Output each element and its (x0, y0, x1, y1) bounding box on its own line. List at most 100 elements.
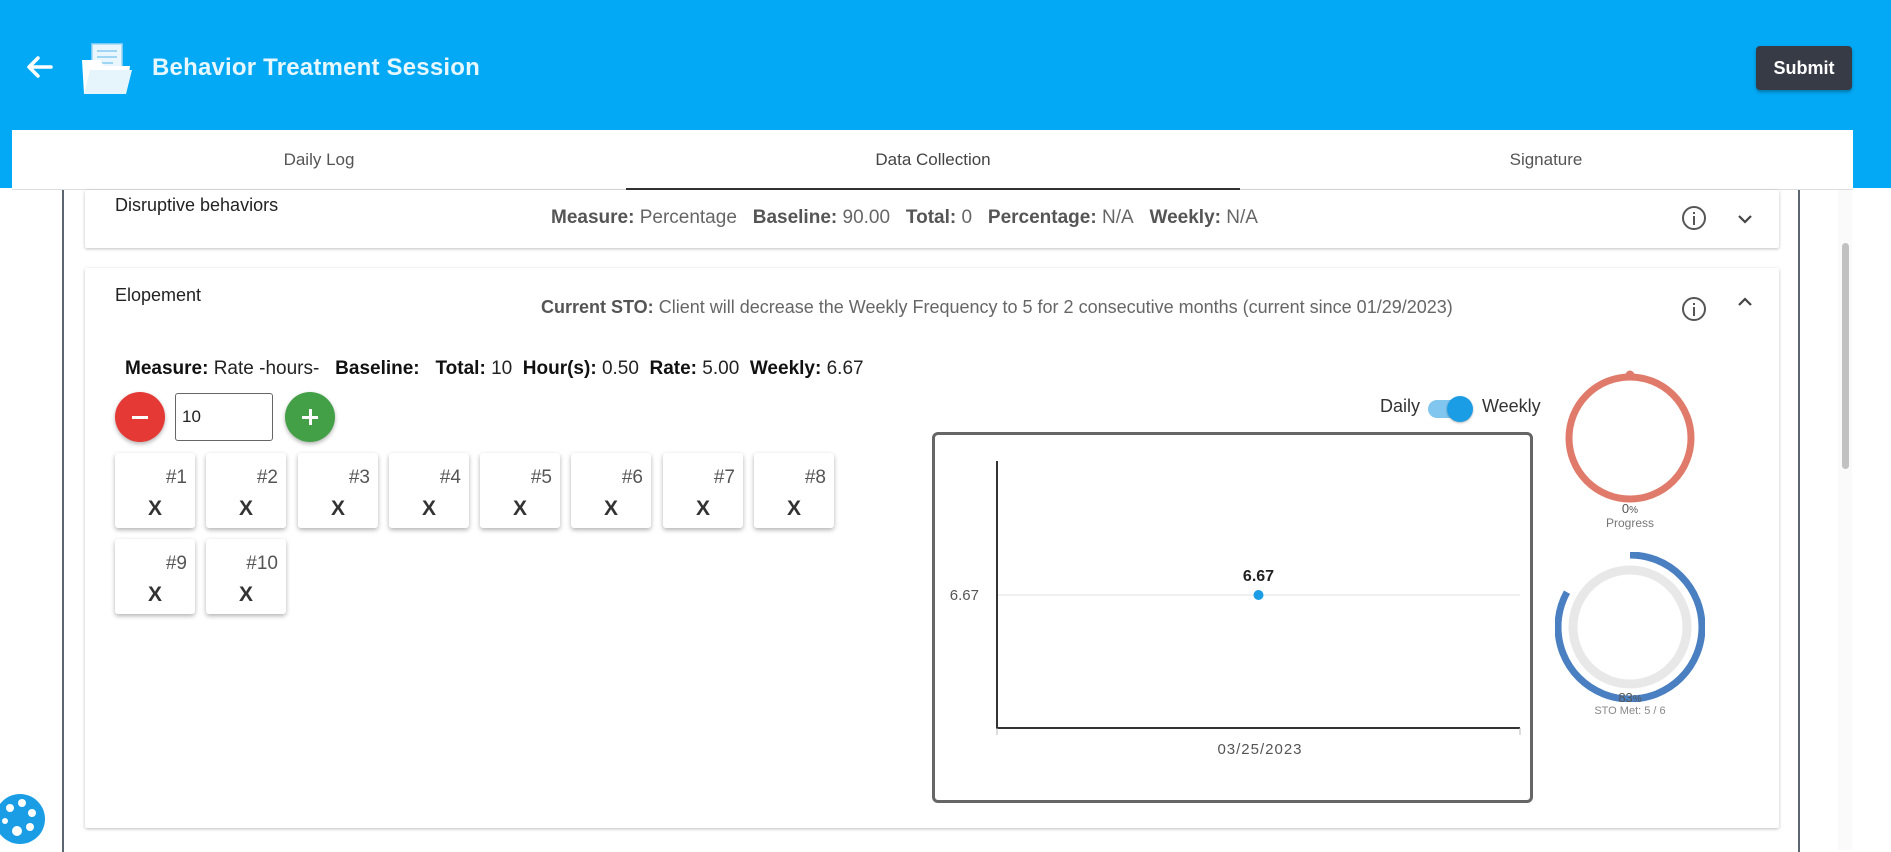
page-title: Behavior Treatment Session (152, 54, 480, 81)
progress-ring-marker (1625, 370, 1635, 380)
data-label: 6.67 (1243, 568, 1274, 585)
tile-number: #5 (530, 467, 552, 488)
tile-number: #1 (165, 467, 187, 488)
sto-text: Client will decrease the Weekly Frequenc… (658, 297, 1453, 317)
tile-number: #8 (804, 467, 826, 488)
measure-line: Measure: Rate -hours- Baseline: Total: 1… (125, 358, 864, 380)
weekly-value: 6.67 (826, 358, 864, 379)
y-tick-label: 6.67 (950, 587, 979, 604)
tab-daily-log[interactable]: Daily Log (12, 130, 626, 190)
decrement-button[interactable] (115, 392, 165, 442)
baseline-value: 90.00 (842, 207, 891, 228)
sto-met-ring (1555, 552, 1705, 702)
rate-value: 5.00 (702, 358, 740, 379)
toggle-daily-label: Daily (1380, 396, 1421, 416)
tile-number: #4 (439, 467, 461, 488)
progress-ring-track (1565, 373, 1695, 503)
total-value: 0 (961, 207, 973, 228)
sto-met-ring-arc (1555, 552, 1705, 702)
info-icon[interactable] (1682, 297, 1706, 321)
baseline-label: Baseline: (335, 358, 420, 379)
occurrence-tile[interactable]: #1 X (115, 453, 195, 528)
tile-number: #3 (348, 467, 370, 488)
measure-value: Rate -hours- (213, 358, 320, 379)
measure-label: Measure: (125, 358, 209, 379)
back-arrow-icon[interactable] (24, 52, 54, 82)
x-tick-label: 03/25/2023 (1217, 741, 1302, 758)
occurrence-tile[interactable]: #4 X (389, 453, 469, 528)
weekly-label: Weekly: (1149, 207, 1221, 228)
tile-number: #9 (165, 553, 187, 574)
occurrence-tile[interactable]: #3 X (298, 453, 378, 528)
palette-icon[interactable] (0, 786, 46, 852)
total-value: 10 (491, 358, 513, 379)
total-label: Total: (905, 207, 957, 228)
sto-met-label: STO Met: 5 / 6 (1594, 705, 1666, 717)
sto-met-value: 83 (1618, 690, 1633, 705)
progress-ring (1565, 370, 1695, 503)
behavior-name: Elopement (115, 285, 202, 305)
weekly-label: Weekly: (749, 358, 822, 379)
data-point[interactable] (1253, 590, 1264, 600)
tile-number: #6 (621, 467, 643, 488)
measure-label: Measure: (551, 207, 635, 228)
weekly-value: N/A (1226, 207, 1258, 228)
occurrence-tile[interactable]: #10 X (206, 539, 286, 614)
occurrence-tile[interactable]: #8 X (754, 453, 834, 528)
progress-pct-sign: % (1629, 505, 1639, 516)
sto-met-text: 83% STO Met: 5 / 6 (1580, 690, 1680, 717)
hours-value: 0.50 (601, 358, 639, 379)
toggle-weekly-label: Weekly (1482, 396, 1541, 416)
occurrence-tile[interactable]: #2 X (206, 453, 286, 528)
occurrence-tile[interactable]: #5 X (480, 453, 560, 528)
current-sto: Current STO: Client will decrease the We… (541, 297, 1453, 318)
tile-mark: X (238, 497, 253, 520)
progress-text: 0% Progress (1585, 501, 1675, 530)
chart-svg: 6.67 03/25/2023 6.67 (950, 461, 1521, 758)
behavior-summary: Measure: Percentage Baseline: 90.00 Tota… (551, 207, 1258, 229)
tile-mark: X (330, 497, 345, 520)
tile-mark: X (512, 497, 527, 520)
progress-label: Progress (1605, 516, 1655, 530)
toggle-knob[interactable] (1447, 396, 1473, 422)
tile-mark: X (147, 583, 162, 606)
scrollbar-thumb[interactable] (1842, 243, 1849, 469)
behavior-card-elopement: Elopement Current STO: Client will decre… (85, 268, 1779, 828)
percentage-label: Percentage: (987, 207, 1097, 228)
tile-number: #2 (256, 467, 278, 488)
tile-mark: X (421, 497, 436, 520)
tile-mark: X (786, 497, 801, 520)
frame-border-left (62, 190, 64, 852)
tile-number: #7 (713, 467, 735, 488)
tab-bar: Daily Log Data Collection Signature (12, 130, 1853, 190)
occurrence-tile[interactable]: #7 X (663, 453, 743, 528)
tab-data-collection[interactable]: Data Collection (626, 130, 1240, 190)
measure-value: Percentage (639, 207, 737, 228)
frame-border-right (1798, 190, 1800, 852)
baseline-label: Baseline: (752, 207, 838, 228)
sto-met-pct-sign: % (1632, 694, 1642, 705)
tile-mark: X (603, 497, 618, 520)
behavior-card-disruptive: Disruptive behaviors Measure: Percentage… (85, 190, 1779, 248)
tile-mark: X (238, 583, 253, 606)
info-icon[interactable] (1682, 206, 1706, 230)
chevron-up-icon[interactable] (1735, 292, 1755, 312)
weekly-chart: 6.67 03/25/2023 6.67 (932, 432, 1533, 803)
rate-label: Rate: (649, 358, 698, 379)
tab-signature[interactable]: Signature (1239, 130, 1853, 190)
increment-button[interactable] (285, 392, 335, 442)
behavior-name: Disruptive behaviors (115, 195, 279, 215)
sto-label: Current STO: (541, 297, 654, 317)
documents-icon (82, 43, 132, 94)
total-label: Total: (435, 358, 486, 379)
tile-mark: X (695, 497, 710, 520)
percentage-value: N/A (1101, 207, 1134, 228)
tile-mark: X (147, 497, 162, 520)
chevron-down-icon[interactable] (1735, 209, 1755, 229)
submit-button[interactable]: Submit (1756, 46, 1852, 90)
count-input[interactable] (175, 393, 273, 441)
sto-met-ring-track (1568, 565, 1692, 689)
occurrence-tile[interactable]: #6 X (571, 453, 651, 528)
hours-label: Hour(s): (522, 358, 597, 379)
occurrence-tile[interactable]: #9 X (115, 539, 195, 614)
